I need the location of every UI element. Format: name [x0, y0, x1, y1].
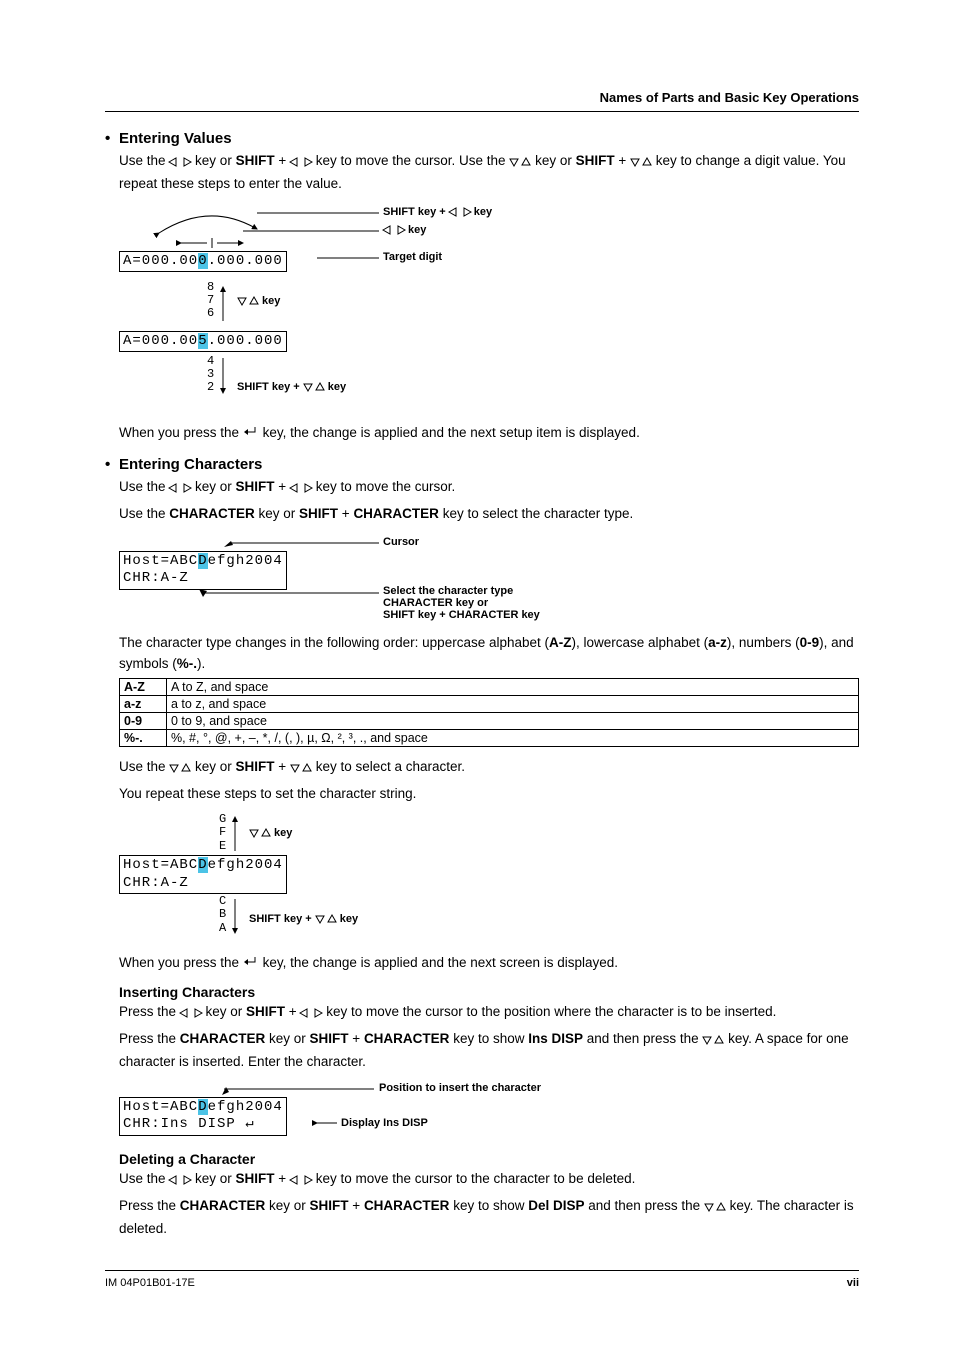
footer-left: IM 04P01B01-17E	[105, 1277, 195, 1289]
delete-line1: Use the key or SHIFT + key to move the c…	[119, 1169, 859, 1192]
section-inserting-heading: Inserting Characters	[119, 984, 859, 1000]
lcd-display-1: A=000.000.000.000	[119, 251, 287, 273]
chars-line1: Use the key or SHIFT + key to move the c…	[119, 477, 859, 500]
chars-diagram-1: Host=ABCDefgh2004 CHR:A-Z Cursor Select …	[119, 533, 859, 623]
left-right-arrow-icon	[290, 153, 312, 174]
up-down-arrow-icon	[630, 153, 652, 174]
up-down-arrow-icon	[509, 153, 531, 174]
chars-select-line: Use the key or SHIFT + key to select a c…	[119, 757, 859, 780]
entering-values-intro: Use the key or SHIFT + key to move the c…	[119, 151, 859, 195]
section-entering-chars-heading: Entering Characters	[105, 456, 859, 473]
table-row: a-za to z, and space	[120, 696, 859, 713]
chars-line2: Use the CHARACTER key or SHIFT + CHARACT…	[119, 504, 859, 525]
insert-diagram: Host=ABCDefgh2004 CHR:Ins DISP ↵ Positio…	[119, 1081, 859, 1141]
values-post-text: When you press the key, the change is ap…	[119, 423, 859, 444]
lcd-display-2: A=000.005.000.000	[119, 331, 287, 353]
insert-line2: Press the CHARACTER key or SHIFT + CHARA…	[119, 1029, 859, 1073]
section-deleting-heading: Deleting a Character	[119, 1151, 859, 1167]
footer-right: vii	[847, 1277, 859, 1289]
digit-stack-up: 876	[207, 281, 214, 321]
table-row: A-ZA to Z, and space	[120, 679, 859, 696]
delete-line2: Press the CHARACTER key or SHIFT + CHARA…	[119, 1196, 859, 1240]
chars-post-text: When you press the key, the change is ap…	[119, 953, 859, 974]
values-diagram: SHIFT key + key key Target digit A=000.0…	[119, 203, 859, 413]
section-entering-values-heading: Entering Values	[105, 130, 859, 147]
left-right-arrow-icon	[169, 153, 191, 174]
page-header: Names of Parts and Basic Key Operations	[105, 90, 859, 112]
table-row: 0-90 to 9, and space	[120, 713, 859, 730]
enter-icon	[243, 425, 259, 440]
enter-icon: ↵	[245, 1116, 254, 1132]
char-stack-up: GFE	[219, 813, 226, 853]
char-order-text: The character type changes in the follow…	[119, 633, 859, 675]
page-footer: IM 04P01B01-17E vii	[105, 1270, 859, 1289]
enter-icon	[243, 955, 259, 970]
chars-repeat-line: You repeat these steps to set the charac…	[119, 784, 859, 805]
chars-diagram-2: GFE key Host=ABCDefgh2004 CHR:A-Z CBA SH…	[119, 813, 859, 943]
char-stack-down: CBA	[219, 895, 226, 935]
table-row: %-.%, #, °, @, +, –, *, /, (, ), µ, Ω, ²…	[120, 730, 859, 747]
digit-stack-down: 432	[207, 355, 214, 395]
insert-line1: Press the key or SHIFT + key to move the…	[119, 1002, 859, 1025]
character-type-table: A-ZA to Z, and space a-za to z, and spac…	[119, 678, 859, 747]
